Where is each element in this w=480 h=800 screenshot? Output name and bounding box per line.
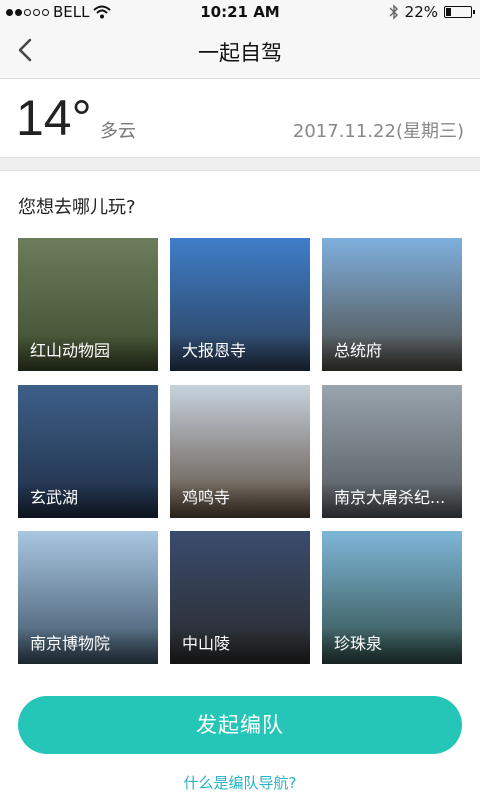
battery-percent: 22%	[404, 3, 438, 21]
weather-condition: 多云	[100, 121, 136, 142]
destination-tile[interactable]: 南京博物院	[18, 531, 158, 664]
destination-name: 中山陵	[182, 634, 231, 653]
destination-name: 南京博物院	[30, 634, 111, 653]
destination-tile[interactable]: 鸡鸣寺	[170, 385, 310, 518]
section-divider	[0, 157, 480, 171]
destination-tile[interactable]: 珍珠泉	[322, 531, 462, 664]
destination-tile[interactable]: 南京大屠杀纪...	[322, 385, 462, 518]
destination-tile[interactable]: 玄武湖	[18, 385, 158, 518]
destination-name: 南京大屠杀纪...	[334, 488, 446, 507]
status-bar: BELL 10:21 AM 22%	[0, 0, 480, 24]
navigation-bar: 一起自驾	[0, 24, 480, 79]
destination-name: 珍珠泉	[334, 634, 383, 653]
destination-name: 鸡鸣寺	[182, 488, 231, 507]
battery-fill	[446, 8, 451, 16]
destination-name: 红山动物园	[30, 341, 111, 360]
destination-tile[interactable]: 红山动物园	[18, 238, 158, 371]
weather-date: 2017.11.22(星期三)	[292, 121, 464, 142]
temperature: 14°	[16, 90, 92, 146]
convoy-help-link[interactable]: 什么是编队导航?	[0, 772, 480, 793]
battery-icon	[444, 6, 475, 18]
destination-name: 大报恩寺	[182, 341, 247, 360]
page-title: 一起自驾	[198, 41, 282, 65]
destination-prompt: 您想去哪儿玩?	[18, 197, 136, 218]
destination-name: 总统府	[334, 341, 383, 360]
bluetooth-icon	[389, 4, 398, 20]
weather-panel: 14° 多云 2017.11.22(星期三)	[0, 79, 480, 157]
destination-tile[interactable]: 大报恩寺	[170, 238, 310, 371]
start-convoy-button[interactable]: 发起编队	[18, 696, 462, 754]
destination-name: 玄武湖	[30, 488, 79, 507]
destination-tile[interactable]: 中山陵	[170, 531, 310, 664]
destination-tile[interactable]: 总统府	[322, 238, 462, 371]
status-right: 22%	[389, 3, 475, 21]
